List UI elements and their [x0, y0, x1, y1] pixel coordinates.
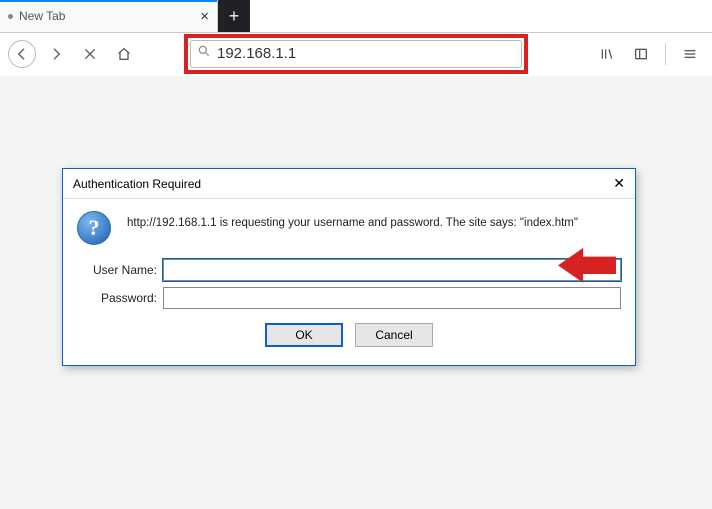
- dialog-message: http://192.168.1.1 is requesting your us…: [127, 211, 621, 229]
- home-button[interactable]: [110, 40, 138, 68]
- username-input[interactable]: [163, 259, 621, 281]
- menu-icon[interactable]: [676, 40, 704, 68]
- dialog-close-icon[interactable]: ✕: [613, 175, 625, 192]
- password-label: Password:: [77, 291, 163, 305]
- username-label: User Name:: [77, 263, 163, 277]
- tab-loading-dot: [8, 14, 13, 19]
- back-button[interactable]: [8, 40, 36, 68]
- question-icon: ?: [77, 211, 111, 245]
- close-tab-icon[interactable]: ×: [200, 8, 209, 25]
- library-icon[interactable]: [593, 40, 621, 68]
- password-input[interactable]: [163, 287, 621, 309]
- new-tab-button[interactable]: +: [218, 0, 250, 32]
- forward-button[interactable]: [42, 40, 70, 68]
- annotation-arrow-icon: [558, 246, 616, 286]
- toolbar: 192.168.1.1: [0, 33, 712, 74]
- auth-dialog: Authentication Required ✕ ? http://192.1…: [62, 168, 636, 366]
- cancel-button[interactable]: Cancel: [355, 323, 433, 347]
- url-text: 192.168.1.1: [217, 45, 296, 62]
- tab-strip: New Tab × +: [0, 0, 712, 33]
- ok-button[interactable]: OK: [265, 323, 343, 347]
- stop-button[interactable]: [76, 40, 104, 68]
- search-icon: [197, 44, 211, 63]
- url-bar-highlight: 192.168.1.1: [184, 34, 528, 74]
- sidebar-icon[interactable]: [627, 40, 655, 68]
- url-bar[interactable]: 192.168.1.1: [190, 40, 522, 68]
- dialog-title: Authentication Required: [73, 177, 201, 191]
- dialog-titlebar: Authentication Required ✕: [63, 169, 635, 199]
- browser-tab[interactable]: New Tab ×: [0, 0, 218, 32]
- tab-title: New Tab: [19, 9, 65, 23]
